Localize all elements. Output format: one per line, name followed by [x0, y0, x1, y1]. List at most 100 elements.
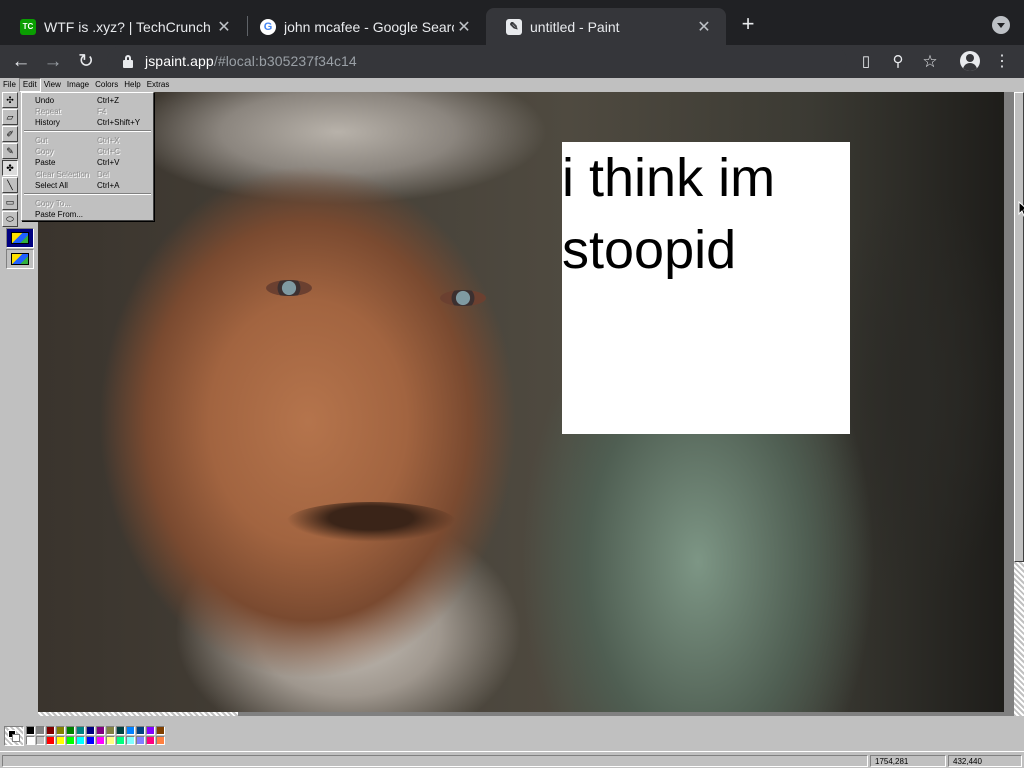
menu-help[interactable]: Help	[121, 78, 143, 92]
profile-avatar-icon[interactable]	[960, 51, 980, 71]
current-colors[interactable]	[4, 726, 24, 746]
menu-image[interactable]: Image	[64, 78, 92, 92]
edit-menu-dropdown: Undo Ctrl+Z Repeat F4 History Ctrl+Shift+Y …	[21, 92, 154, 221]
status-selection-size: 432,440	[948, 755, 1022, 767]
eraser-tool-icon[interactable]: ▱	[2, 109, 18, 125]
palette-swatch[interactable]	[56, 726, 65, 735]
palette-swatch[interactable]	[46, 726, 55, 735]
close-icon[interactable]: ✕	[454, 17, 474, 37]
photo-mustache	[286, 502, 456, 542]
menu-item-paste-from[interactable]: Paste From...	[22, 209, 153, 220]
google-favicon-icon: G	[260, 18, 276, 35]
tab-techcrunch[interactable]: TC WTF is .xyz? | TechCrunch ✕	[0, 8, 246, 45]
menu-bar: File Edit View Image Colors Help Extras	[0, 78, 1024, 92]
bookmark-star-icon[interactable]: ☆	[920, 52, 940, 72]
photo-eye	[440, 290, 486, 306]
more-menu-icon[interactable]: ⋮	[992, 52, 1012, 72]
menu-item-cut[interactable]: Cut Ctrl+X	[22, 135, 153, 146]
menu-view[interactable]: View	[41, 78, 64, 92]
menu-colors[interactable]: Colors	[92, 78, 121, 92]
tab-search-icon[interactable]	[992, 16, 1010, 34]
paint-favicon-icon: ✎	[506, 18, 522, 35]
browser-tab-strip: TC WTF is .xyz? | TechCrunch ✕ G john mc…	[0, 0, 1024, 45]
palette-swatch[interactable]	[156, 736, 165, 745]
line-tool-icon[interactable]: ╲	[2, 177, 18, 193]
forward-arrow-icon[interactable]: →	[40, 49, 66, 75]
palette-swatch[interactable]	[136, 726, 145, 735]
menu-edit[interactable]: Edit	[18, 78, 41, 92]
palette-swatch[interactable]	[36, 726, 45, 735]
palette-swatch[interactable]	[136, 736, 145, 745]
menu-item-paste[interactable]: Paste Ctrl+V	[22, 157, 153, 168]
palette-swatch[interactable]	[96, 726, 105, 735]
clipboard-icon[interactable]: ▯	[856, 52, 876, 72]
menu-item-repeat[interactable]: Repeat F4	[22, 106, 153, 117]
color-picker-tool-icon[interactable]: ✐	[2, 126, 18, 142]
rectangle-tool-icon[interactable]: ▭	[2, 194, 18, 210]
palette-swatch[interactable]	[26, 726, 35, 735]
palette-swatch[interactable]	[26, 736, 35, 745]
canvas-text-box[interactable]: i think im stoopid	[562, 142, 850, 434]
techcrunch-favicon-icon: TC	[20, 18, 36, 35]
menu-item-clear-selection[interactable]: Clear Selection Del	[22, 169, 153, 180]
url-text: jspaint.app/#local:b305237f34c14	[145, 53, 357, 69]
airbrush-tool-icon[interactable]: ✤	[2, 160, 18, 176]
palette-swatch[interactable]	[156, 726, 165, 735]
palette-swatch[interactable]	[76, 726, 85, 735]
palette-swatch[interactable]	[96, 736, 105, 745]
color-palette	[26, 726, 165, 745]
palette-swatch[interactable]	[146, 726, 155, 735]
menu-item-undo[interactable]: Undo Ctrl+Z	[22, 95, 153, 106]
tab-paint[interactable]: ✎ untitled - Paint ✕	[486, 8, 726, 45]
canvas-area[interactable]: i think im stoopid	[38, 92, 1024, 716]
palette-swatch[interactable]	[106, 736, 115, 745]
address-bar[interactable]: jspaint.app/#local:b305237f34c14	[107, 46, 847, 76]
palette-swatch[interactable]	[76, 736, 85, 745]
menu-item-select-all[interactable]: Select All Ctrl+A	[22, 180, 153, 191]
ellipse-tool-icon[interactable]: ⬭	[2, 211, 18, 227]
menu-separator	[24, 193, 151, 195]
palette-swatch[interactable]	[66, 736, 75, 745]
reload-icon[interactable]: ↻	[73, 49, 99, 75]
status-bar: 1754,281 432,440	[0, 751, 1024, 768]
palette-swatch[interactable]	[116, 726, 125, 735]
menu-item-copy-to[interactable]: Copy To...	[22, 198, 153, 209]
palette-swatch[interactable]	[106, 726, 115, 735]
back-arrow-icon[interactable]: ←	[8, 49, 34, 75]
palette-swatch[interactable]	[86, 736, 95, 745]
browser-toolbar: ← → ↻ jspaint.app/#local:b305237f34c14 ▯…	[0, 45, 1024, 78]
tab-google-search[interactable]: G john mcafee - Google Search ✕	[240, 8, 486, 45]
close-icon[interactable]: ✕	[694, 17, 714, 37]
palette-swatch[interactable]	[86, 726, 95, 735]
palette-swatch[interactable]	[126, 726, 135, 735]
menu-extras[interactable]: Extras	[144, 78, 173, 92]
canvas-photo[interactable]: i think im stoopid	[38, 92, 1004, 712]
palette-swatch[interactable]	[36, 736, 45, 745]
tab-title: WTF is .xyz? | TechCrunch	[44, 18, 211, 35]
tool-option-transparent[interactable]	[6, 249, 34, 269]
menu-separator	[24, 130, 151, 132]
palette-swatch[interactable]	[46, 736, 55, 745]
color-box	[0, 721, 1024, 751]
free-select-tool-icon[interactable]: ✣	[2, 92, 18, 108]
close-icon[interactable]: ✕	[214, 17, 234, 37]
palette-swatch[interactable]	[126, 736, 135, 745]
tab-title: untitled - Paint	[530, 18, 620, 35]
background-color[interactable]	[12, 734, 20, 742]
status-cursor-position: 1754,281	[870, 755, 946, 767]
menu-item-history[interactable]: History Ctrl+Shift+Y	[22, 117, 153, 128]
menu-item-copy[interactable]: Copy Ctrl+C	[22, 146, 153, 157]
zoom-icon[interactable]: ⚲	[888, 52, 908, 72]
status-text	[2, 755, 868, 767]
palette-swatch[interactable]	[66, 726, 75, 735]
scrollbar-thumb[interactable]	[1014, 92, 1024, 562]
vertical-scrollbar[interactable]	[1014, 92, 1024, 716]
palette-swatch[interactable]	[146, 736, 155, 745]
palette-swatch[interactable]	[116, 736, 125, 745]
new-tab-icon[interactable]: +	[736, 13, 760, 37]
menu-file[interactable]: File	[0, 78, 19, 92]
tool-option-opaque[interactable]	[6, 228, 34, 248]
pencil-tool-icon[interactable]: ✎	[2, 143, 18, 159]
lock-icon[interactable]	[121, 54, 135, 68]
palette-swatch[interactable]	[56, 736, 65, 745]
